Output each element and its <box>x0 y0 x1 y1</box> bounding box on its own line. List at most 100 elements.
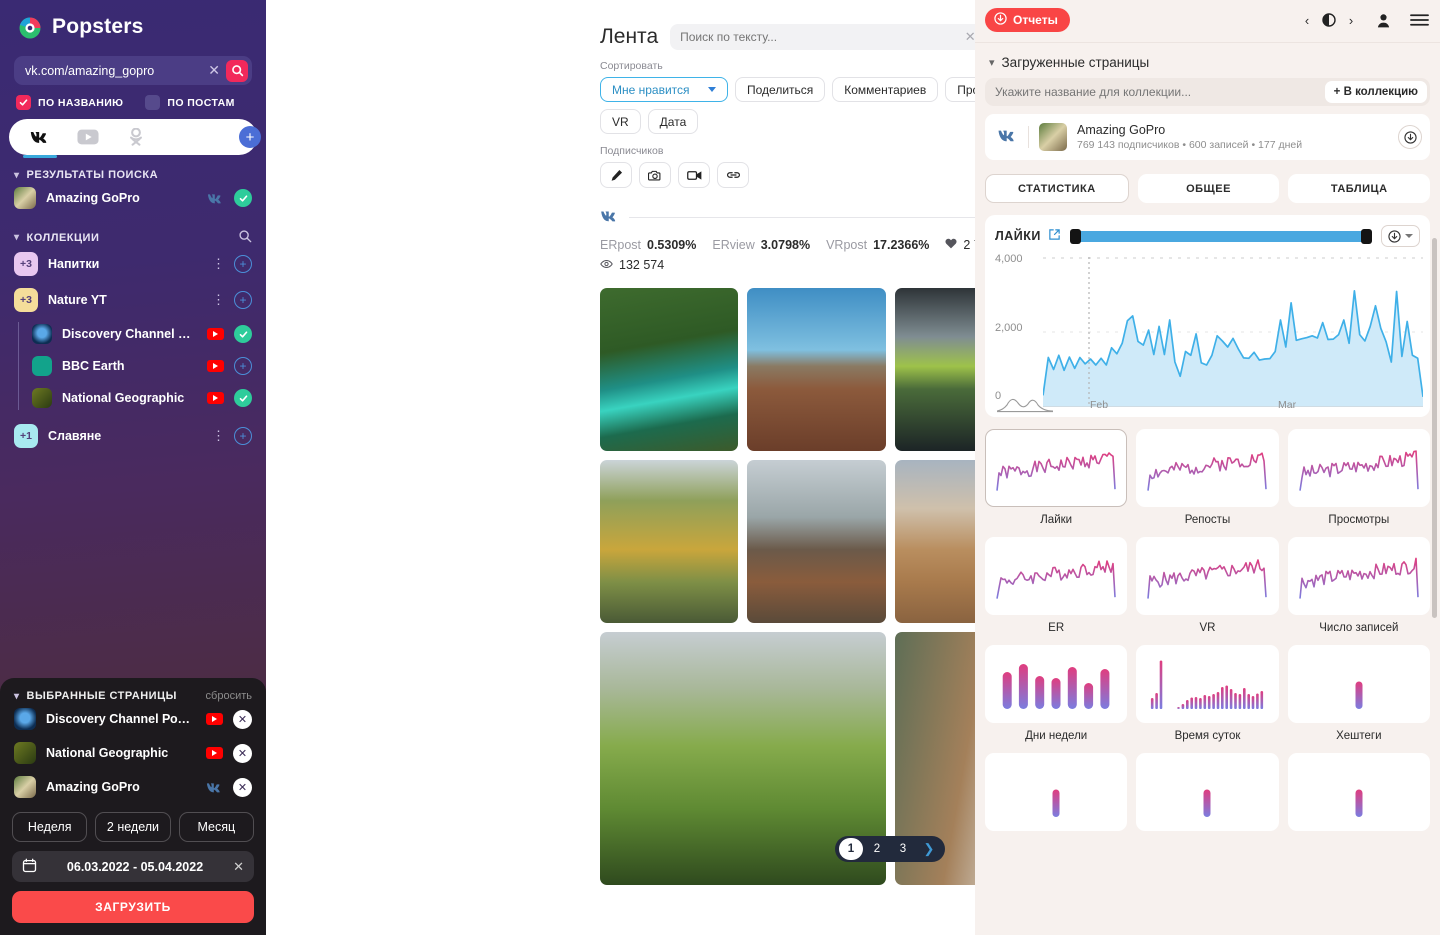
date-range-picker[interactable]: 06.03.2022 - 05.04.2022 ✕ <box>12 851 254 882</box>
more-icon[interactable]: ⋮ <box>212 256 225 272</box>
photo-thumbnail[interactable] <box>894 288 975 451</box>
collection-item[interactable]: +3 Nature YT ⋮ + <box>0 282 266 318</box>
collection-child-item[interactable]: Discovery Channel Po... <box>18 318 266 350</box>
tab-general[interactable]: ОБЩЕЕ <box>1137 174 1280 203</box>
person-icon[interactable] <box>1372 9 1394 31</box>
mini-chart-vr[interactable]: VR <box>1136 537 1279 634</box>
mini-chart-hashtags[interactable]: Хештеги <box>1287 645 1430 742</box>
photo-thumbnail[interactable] <box>747 288 886 451</box>
mini-chart-time-of-day[interactable]: Время суток <box>1136 645 1279 742</box>
collection-item[interactable]: +3 Напитки ⋮ + <box>0 246 266 282</box>
search-input[interactable] <box>25 63 203 78</box>
checkbox-icon[interactable] <box>145 95 161 110</box>
collection-name-input[interactable] <box>995 85 1325 99</box>
search-input[interactable] <box>680 30 965 44</box>
period-month-button[interactable]: Месяц <box>178 812 254 842</box>
chevron-right-icon[interactable]: › <box>1340 9 1362 31</box>
chevron-right-icon[interactable]: ❯ <box>917 839 941 859</box>
mini-chart-reposts[interactable]: Репосты <box>1136 429 1279 526</box>
collection-item[interactable]: +1 Славяне ⋮ + <box>0 418 266 454</box>
tab-table[interactable]: ТАБЛИЦА <box>1288 174 1431 203</box>
close-icon[interactable]: ✕ <box>233 859 244 875</box>
check-icon[interactable] <box>234 389 252 407</box>
page-2-button[interactable]: 2 <box>865 839 889 859</box>
photo-thumbnail[interactable] <box>600 460 739 623</box>
photo-thumbnail[interactable] <box>747 460 886 623</box>
collection-child-item[interactable]: National Geographic <box>18 382 266 414</box>
period-2weeks-button[interactable]: 2 недели <box>95 812 171 842</box>
brush-preview-icon[interactable] <box>997 391 1053 413</box>
check-icon[interactable] <box>234 189 252 207</box>
add-icon[interactable]: + <box>234 357 252 375</box>
loaded-pages-header[interactable]: ▾ Загруженные страницы <box>975 43 1440 76</box>
camera-icon[interactable] <box>639 162 671 188</box>
sort-chip-comments[interactable]: Комментариев <box>832 77 939 102</box>
video-icon[interactable] <box>678 162 710 188</box>
search-box[interactable]: ✕ <box>14 56 252 85</box>
sort-chip-likes[interactable]: Мне нравится <box>600 77 728 102</box>
check-icon[interactable] <box>234 325 252 343</box>
pencil-icon[interactable] <box>600 162 632 188</box>
sort-chip-vr[interactable]: VR <box>600 109 641 134</box>
photo-thumbnail[interactable] <box>894 460 975 623</box>
slider-handle-left[interactable] <box>1069 228 1081 244</box>
search-results-header[interactable]: ▾ РЕЗУЛЬТАТЫ ПОИСКА <box>0 155 266 181</box>
range-slider[interactable] <box>1069 228 1372 244</box>
more-icon[interactable]: ⋮ <box>212 292 225 308</box>
reports-button[interactable]: Отчеты <box>985 8 1070 32</box>
network-tab-vk[interactable] <box>23 124 57 158</box>
search-icon[interactable] <box>238 229 252 246</box>
more-icon[interactable]: ⋮ <box>212 428 225 444</box>
mini-chart-extra-1[interactable] <box>985 753 1128 838</box>
load-button[interactable]: ЗАГРУЗИТЬ <box>12 891 254 923</box>
page-3-button[interactable]: 3 <box>891 839 915 859</box>
mini-chart-er[interactable]: ER <box>985 537 1128 634</box>
mini-chart-likes[interactable]: Лайки <box>985 429 1128 526</box>
remove-icon[interactable]: ✕ <box>233 777 252 797</box>
add-icon[interactable]: + <box>234 427 252 445</box>
checkbox-checked-icon[interactable] <box>16 95 31 110</box>
photo-thumbnail[interactable] <box>600 288 739 451</box>
mini-chart-extra-2[interactable] <box>1136 753 1279 838</box>
chart-download-button[interactable] <box>1381 225 1420 247</box>
remove-icon[interactable]: ✕ <box>233 743 252 763</box>
reset-button[interactable]: сбросить <box>206 690 252 702</box>
mini-chart-weekdays[interactable]: Дни недели <box>985 645 1128 742</box>
selected-page-item[interactable]: Amazing GoPro ✕ <box>0 770 266 804</box>
close-icon[interactable]: ✕ <box>202 62 226 79</box>
link-icon[interactable] <box>717 162 749 188</box>
selected-pages-header[interactable]: ▾ ВЫБРАННЫЕ СТРАНИЦЫ сбросить <box>0 688 266 702</box>
filter-by-posts[interactable]: ПО ПОСТАМ <box>145 95 234 110</box>
loaded-page-card[interactable]: Amazing GoPro 769 143 подписчиков • 600 … <box>985 114 1430 160</box>
add-to-collection-button[interactable]: + В коллекцию <box>1324 81 1427 103</box>
remove-icon[interactable]: ✕ <box>233 709 252 729</box>
add-icon[interactable]: + <box>234 255 252 273</box>
network-tab-youtube[interactable] <box>75 124 101 150</box>
mini-chart-views[interactable]: Просмотры <box>1287 429 1430 526</box>
close-icon[interactable]: ✕ <box>965 29 975 45</box>
analytics-scrollbar[interactable] <box>1432 238 1437 618</box>
search-result-item[interactable]: Amazing GoPro <box>0 181 266 215</box>
mini-chart-extra-3[interactable] <box>1287 753 1430 838</box>
external-link-icon[interactable] <box>1048 228 1061 244</box>
chevron-left-icon[interactable]: ‹ <box>1296 9 1318 31</box>
add-icon[interactable]: + <box>234 291 252 309</box>
sort-chip-shares[interactable]: Поделиться <box>735 77 826 102</box>
selected-page-item[interactable]: National Geographic ✕ <box>0 736 266 770</box>
contrast-icon[interactable] <box>1318 9 1340 31</box>
collections-header[interactable]: ▾ КОЛЛЕКЦИИ <box>0 215 266 246</box>
download-icon[interactable] <box>1398 125 1422 149</box>
collection-child-item[interactable]: BBC Earth + <box>18 350 266 382</box>
network-tab-odnoklassniki[interactable] <box>123 124 149 150</box>
search-icon[interactable] <box>226 59 248 82</box>
selected-page-item[interactable]: Discovery Channel Россия ✕ <box>0 702 266 736</box>
page-1-button[interactable]: 1 <box>839 838 863 860</box>
tab-statistics[interactable]: СТАТИСТИКА <box>985 174 1129 203</box>
sort-chip-date[interactable]: Дата <box>647 109 699 134</box>
sort-chip-views[interactable]: Просмотров <box>945 77 975 102</box>
filter-by-name[interactable]: ПО НАЗВАНИЮ <box>16 95 123 110</box>
slider-handle-right[interactable] <box>1361 228 1372 244</box>
menu-icon[interactable] <box>1408 9 1430 31</box>
add-network-button[interactable]: + <box>239 126 261 148</box>
period-week-button[interactable]: Неделя <box>12 812 88 842</box>
